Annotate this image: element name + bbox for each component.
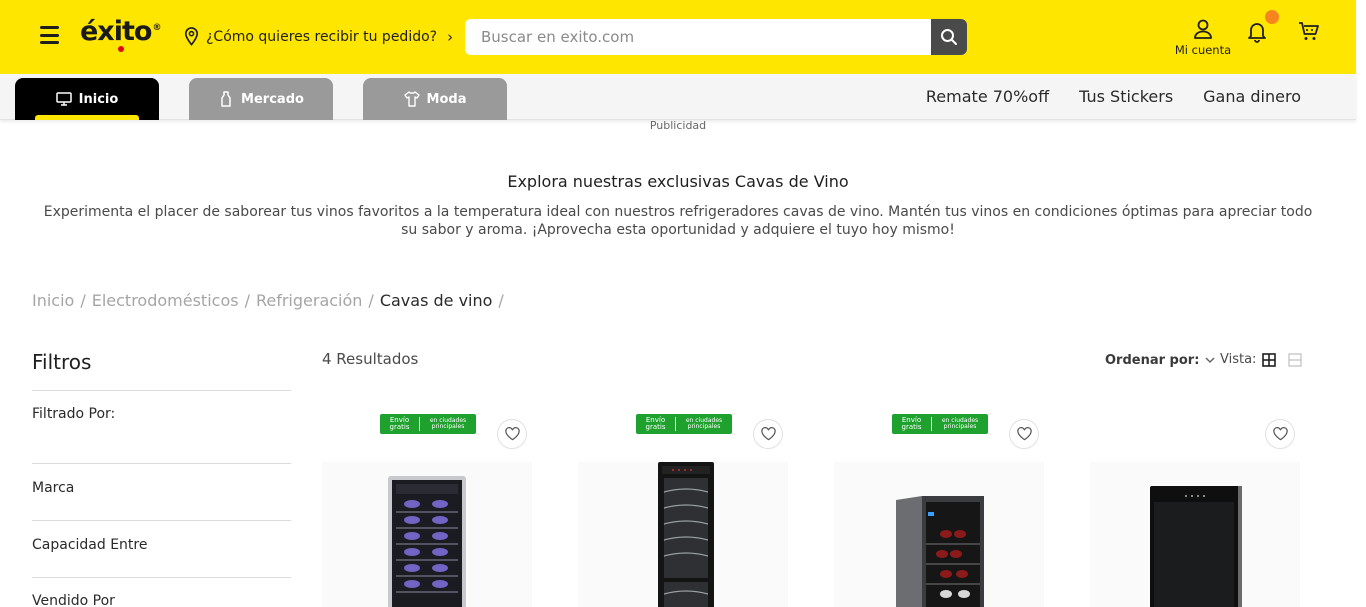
breadcrumb-inicio[interactable]: Inicio — [32, 291, 74, 310]
tab-inicio[interactable]: Inicio — [15, 78, 159, 120]
tab-mercado[interactable]: Mercado — [189, 78, 333, 120]
results-count: 4 Resultados — [322, 350, 419, 368]
account-button[interactable]: Mi cuenta — [1168, 18, 1238, 57]
filtered-by-label: Filtrado Por: — [32, 406, 116, 422]
tab-moda[interactable]: Moda — [363, 78, 507, 120]
heart-icon — [504, 427, 520, 441]
breadcrumb-separator: / — [498, 291, 504, 310]
breadcrumb-current: Cavas de vino — [379, 291, 493, 310]
product-image[interactable] — [322, 462, 532, 607]
link-gana-dinero[interactable]: Gana dinero — [1203, 87, 1301, 106]
heart-icon — [1016, 427, 1032, 441]
badge-subtext: en ciudades principales — [429, 416, 467, 430]
free-shipping-badge: Envío gratis en ciudades principales — [380, 414, 476, 434]
view-label: Vista: — [1220, 352, 1257, 367]
sort-dropdown[interactable]: Ordenar por: — [1105, 353, 1215, 368]
favorite-button[interactable] — [1009, 419, 1039, 449]
tab-label: Mercado — [241, 91, 304, 107]
breadcrumb-separator: / — [368, 291, 374, 310]
bottle-icon — [221, 91, 231, 107]
location-pin-icon — [184, 27, 199, 46]
logo-dot — [118, 46, 124, 52]
divider — [32, 463, 291, 464]
filter-capacidad[interactable]: Capacidad Entre — [32, 537, 147, 553]
divider — [32, 390, 291, 391]
filter-vendido-por[interactable]: Vendido Por — [32, 593, 115, 607]
wine-cooler-image — [388, 476, 466, 607]
search-bar — [465, 19, 967, 55]
product-image[interactable] — [834, 462, 1044, 607]
wine-cooler-image — [1150, 486, 1242, 607]
sort-label: Ordenar por: — [1105, 353, 1200, 368]
favorite-button[interactable] — [753, 419, 783, 449]
product-card[interactable]: Envío gratis en ciudades principales — [322, 400, 532, 607]
favorite-button[interactable] — [497, 419, 527, 449]
menu-icon[interactable] — [40, 26, 59, 44]
badge-subtext: en ciudades principales — [941, 416, 979, 430]
shirt-icon — [403, 91, 420, 107]
free-shipping-badge: Envío gratis en ciudades principales — [892, 414, 988, 434]
ad-label: Publicidad — [649, 119, 707, 132]
exito-logo[interactable]: éxito® — [80, 16, 161, 47]
heart-icon — [760, 427, 776, 441]
product-card[interactable] — [1090, 400, 1300, 607]
breadcrumb-refrigeracion[interactable]: Refrigeración — [256, 291, 362, 310]
delivery-prompt: ¿Cómo quieres recibir tu pedido? — [206, 28, 438, 45]
wine-cooler-image — [658, 462, 714, 607]
product-image[interactable] — [578, 462, 788, 607]
breadcrumb-separator: / — [80, 291, 86, 310]
notification-badge — [1265, 10, 1279, 24]
promo-text: Experimenta el placer de saborear tus vi… — [43, 204, 1313, 238]
product-card[interactable]: Envío gratis en ciudades principales — [834, 400, 1044, 607]
top-links: Remate 70%off Tus Stickers Gana dinero — [926, 87, 1301, 106]
product-image[interactable] — [1090, 462, 1300, 607]
tab-label: Moda — [426, 91, 467, 107]
badge-text: Envío gratis — [892, 417, 932, 431]
bell-icon[interactable] — [1245, 19, 1269, 43]
monitor-icon — [55, 92, 72, 106]
filters-title: Filtros — [32, 350, 92, 374]
badge-text: Envío gratis — [380, 417, 420, 431]
user-icon — [1194, 19, 1212, 39]
site-header: éxito® ¿Cómo quieres recibir tu pedido? … — [0, 0, 1356, 74]
product-card[interactable]: Envío gratis en ciudades principales — [578, 400, 788, 607]
search-icon — [941, 29, 957, 45]
breadcrumb: Inicio / Electrodomésticos / Refrigeraci… — [32, 291, 504, 310]
delivery-selector[interactable]: ¿Cómo quieres recibir tu pedido? › — [183, 27, 453, 46]
tab-label: Inicio — [78, 91, 119, 107]
grid-view-icon[interactable] — [1262, 353, 1276, 367]
heart-icon — [1272, 427, 1288, 441]
filter-marca[interactable]: Marca — [32, 480, 74, 496]
promo-title: Explora nuestras exclusivas Cavas de Vin… — [507, 172, 849, 191]
badge-subtext: en ciudades principales — [685, 416, 723, 430]
search-input[interactable] — [465, 19, 931, 55]
breadcrumb-separator: / — [244, 291, 250, 310]
link-tus-stickers[interactable]: Tus Stickers — [1079, 87, 1173, 106]
free-shipping-badge: Envío gratis en ciudades principales — [636, 414, 732, 434]
favorite-button[interactable] — [1265, 419, 1295, 449]
cart-icon[interactable] — [1297, 19, 1321, 43]
search-button[interactable] — [931, 19, 967, 55]
account-label: Mi cuenta — [1174, 43, 1232, 57]
link-remate[interactable]: Remate 70%off — [926, 87, 1049, 106]
breadcrumb-electrodomesticos[interactable]: Electrodomésticos — [92, 291, 239, 310]
badge-text: Envío gratis — [636, 417, 676, 431]
divider — [32, 577, 291, 578]
wine-cooler-image — [896, 496, 984, 607]
category-tabbar: Inicio Mercado Moda Remate 70%off Tus St… — [0, 74, 1356, 120]
divider — [32, 520, 291, 521]
chevron-down-icon — [1205, 357, 1215, 364]
list-view-icon[interactable] — [1288, 353, 1302, 367]
chevron-right-icon: › — [447, 27, 454, 46]
